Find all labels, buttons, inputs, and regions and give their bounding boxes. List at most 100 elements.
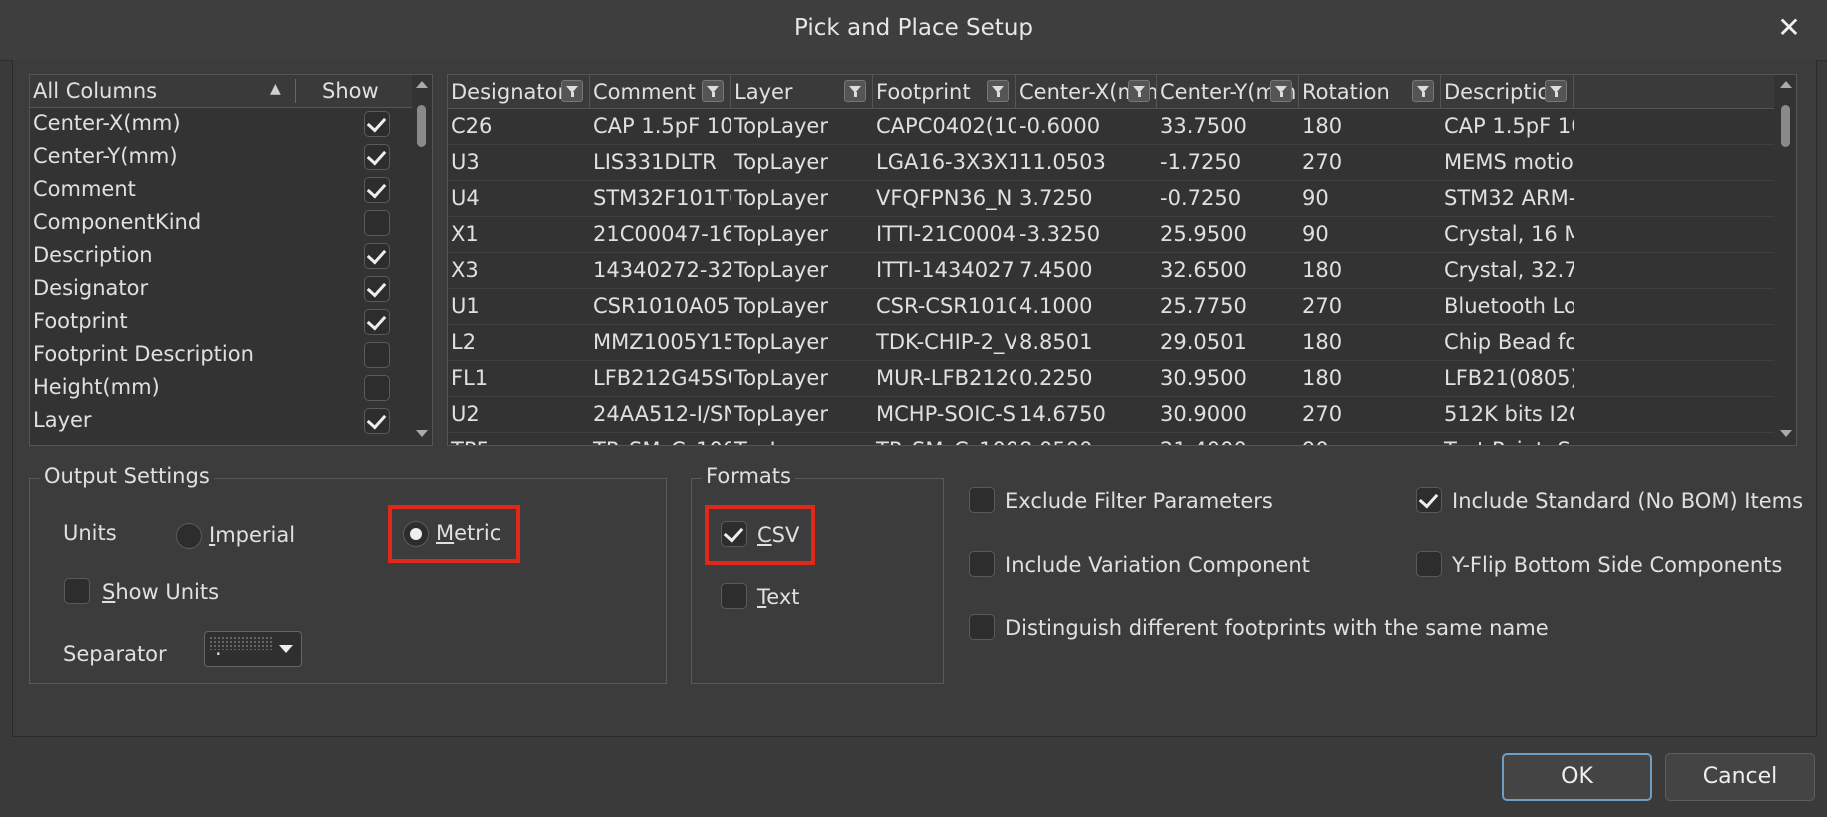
table-row[interactable]: L2 MMZ1005Y152CTopLayer TDK-CHIP-2_V8.8501… (448, 325, 1774, 361)
table-row[interactable]: C26 CAP 1.5pF 10V 0TopLayer CAPC0402(1005)… (448, 109, 1774, 145)
column-show-checkbox[interactable] (364, 309, 390, 335)
grid-scrollbar[interactable] (1776, 75, 1796, 445)
column-item[interactable]: Comment (30, 174, 410, 207)
column-show-checkbox[interactable] (364, 177, 390, 203)
distinguish-footprints-label[interactable]: Distinguish different footprints with th… (1005, 616, 1549, 640)
cancel-button[interactable]: Cancel (1665, 753, 1815, 801)
table-row[interactable]: U3 LIS331DLTR TopLayer LGA16-3X3X1_L11.0503… (448, 145, 1774, 181)
column-item[interactable]: Height(mm) (30, 372, 410, 405)
formats-title: Formats (702, 464, 795, 488)
column-item[interactable]: Description (30, 240, 410, 273)
check-icon (366, 277, 387, 298)
csv-checkbox[interactable] (721, 521, 747, 547)
filter-icon[interactable] (702, 80, 724, 102)
table-cell: TP_SM_C_100 (873, 433, 1016, 445)
column-show-checkbox[interactable] (364, 342, 390, 368)
grid-column-header[interactable]: Layer (731, 75, 873, 108)
table-cell: STM32F101T6U6 (593, 186, 731, 210)
table-cell: LIS331DLTR (593, 150, 717, 174)
table-row[interactable]: TP5TP_SM_C_100TopLayerTP_SM_C_1008.05002… (448, 433, 1774, 445)
grid-column-header[interactable]: Footprint (873, 75, 1016, 108)
csv-label[interactable]: CSV (757, 523, 799, 547)
column-show-checkbox[interactable] (364, 375, 390, 401)
column-show-checkbox[interactable] (364, 243, 390, 269)
separator-dropdown[interactable]: . (204, 631, 302, 667)
scrollbar-thumb[interactable] (417, 105, 426, 147)
close-icon[interactable]: ✕ (1771, 10, 1807, 46)
include-variation-checkbox[interactable] (969, 551, 995, 577)
grid-rows: C26CAP 1.5pF 10V 0TopLayerCAPC0402(1005)… (448, 109, 1774, 445)
ok-button[interactable]: OK (1502, 753, 1652, 801)
include-standard-label[interactable]: Include Standard (No BOM) Items (1452, 489, 1803, 513)
table-cell: 270 (1302, 294, 1343, 318)
show-units-checkbox[interactable] (64, 578, 90, 604)
grid-column-header[interactable]: Center-Y(mm) (1157, 75, 1299, 108)
table-row[interactable]: X3 14340272-32.76TopLayer ITTI-14340272-37… (448, 253, 1774, 289)
text-label[interactable]: Text (757, 585, 799, 609)
include-standard-checkbox[interactable] (1416, 487, 1442, 513)
table-cell: 8.0500 (1016, 433, 1157, 445)
table-row[interactable]: FL1 LFB212G45SG8ATopLayer MUR-LFB212G450.2… (448, 361, 1774, 397)
header-all-columns[interactable]: All Columns (33, 79, 157, 103)
table-cell: 32.6500 (1160, 258, 1247, 282)
column-show-checkbox[interactable] (364, 210, 390, 236)
table-cell: ITTI-21C00047-1 (876, 222, 1016, 246)
column-item-label: Designator (33, 276, 149, 300)
grid-column-header[interactable]: Comment (590, 75, 731, 108)
imperial-radio[interactable] (176, 523, 202, 549)
include-variation-label[interactable]: Include Variation Component (1005, 553, 1310, 577)
column-item[interactable]: Center-X(mm) (30, 108, 410, 141)
column-item[interactable]: Designator (30, 273, 410, 306)
column-item[interactable]: Center-Y(mm) (30, 141, 410, 174)
exclude-filter-label[interactable]: Exclude Filter Parameters (1005, 489, 1273, 513)
table-cell: TopLayer (734, 114, 828, 138)
scroll-up-icon[interactable] (1780, 81, 1792, 88)
column-show-checkbox[interactable] (364, 144, 390, 170)
filter-icon[interactable] (987, 80, 1009, 102)
scrollbar-thumb[interactable] (1781, 105, 1790, 147)
table-row[interactable]: X1 21C00047-16.00TopLayer ITTI-21C00047-1-… (448, 217, 1774, 253)
exclude-filter-checkbox[interactable] (969, 487, 995, 513)
column-show-checkbox[interactable] (364, 276, 390, 302)
scroll-up-icon[interactable] (416, 81, 428, 88)
grid-column-header[interactable]: Description (1441, 75, 1574, 108)
imperial-label[interactable]: Imperial (209, 523, 295, 547)
metric-radio[interactable] (403, 521, 429, 547)
yflip-label[interactable]: Y-Flip Bottom Side Components (1452, 553, 1782, 577)
preview-grid: Designator Comment Layer Footprint Center-X(… (447, 74, 1797, 446)
grid-column-header[interactable]: Designator (448, 75, 590, 108)
column-item[interactable]: Footprint (30, 306, 410, 339)
table-row[interactable]: U1 CSR1010A05-IQTopLayer CSR-CSR1010A04.10… (448, 289, 1774, 325)
table-cell: 24AA512-I/SN (593, 402, 731, 426)
table-cell: TopLayer (734, 186, 828, 210)
table-cell: 90 (1302, 222, 1329, 246)
table-row[interactable]: U2 24AA512-I/SNTopLayer MCHP-SOIC-SN814.67… (448, 397, 1774, 433)
metric-label[interactable]: Metric (436, 521, 501, 545)
filter-icon[interactable] (561, 80, 583, 102)
filter-icon[interactable] (1270, 80, 1292, 102)
scroll-down-icon[interactable] (1780, 430, 1792, 437)
filter-icon[interactable] (1412, 80, 1434, 102)
text-checkbox[interactable] (721, 583, 747, 609)
table-row[interactable]: U4 STM32F101T6U6TopLayer VFQFPN36_N3.7250 -… (448, 181, 1774, 217)
table-cell: VFQFPN36_N (876, 186, 1013, 210)
show-units-label[interactable]: Show Units (102, 580, 219, 604)
check-icon (366, 310, 387, 331)
yflip-checkbox[interactable] (1416, 551, 1442, 577)
filter-icon[interactable] (844, 80, 866, 102)
column-item[interactable]: Layer (30, 405, 410, 438)
filter-icon[interactable] (1128, 80, 1150, 102)
column-item[interactable]: ComponentKind (30, 207, 410, 240)
grid-column-header[interactable]: Center-X(mm) (1016, 75, 1157, 108)
formats-group: Formats CSV Text (691, 464, 944, 684)
table-cell: 4.1000 (1019, 294, 1093, 318)
filter-icon[interactable] (1545, 80, 1567, 102)
grid-column-header[interactable]: Rotation (1299, 75, 1441, 108)
columns-list-scrollbar[interactable] (412, 75, 432, 445)
column-show-checkbox[interactable] (364, 408, 390, 434)
column-show-checkbox[interactable] (364, 111, 390, 137)
distinguish-footprints-checkbox[interactable] (969, 614, 995, 640)
column-item[interactable]: Footprint Description (30, 339, 410, 372)
scroll-down-icon[interactable] (416, 430, 428, 437)
header-show[interactable]: Show (322, 79, 379, 103)
